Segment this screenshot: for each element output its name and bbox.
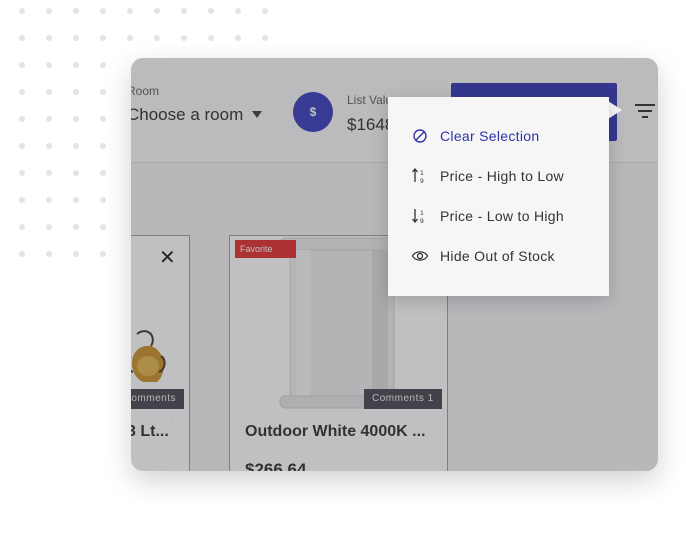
decorative-dot [100, 89, 106, 95]
decorative-dot [19, 89, 25, 95]
decorative-dot [46, 251, 52, 257]
product-price: $266.64 [245, 460, 307, 471]
filter-icon[interactable] [634, 102, 656, 120]
decorative-dot [73, 143, 79, 149]
decorative-dot [19, 116, 25, 122]
menu-item-price-high-to-low[interactable]: 19 Price - High to Low [388, 156, 609, 196]
menu-item-clear-selection[interactable]: Clear Selection [388, 116, 609, 156]
menu-item-price-low-to-high[interactable]: 19 Price - Low to High [388, 196, 609, 236]
decorative-dot [235, 35, 241, 41]
decorative-dot [73, 89, 79, 95]
decorative-dot [127, 8, 133, 14]
decorative-dot [46, 89, 52, 95]
decorative-dot [100, 8, 106, 14]
decorative-dot [46, 116, 52, 122]
sort-asc-icon: 19 [411, 207, 429, 225]
decorative-dot [46, 35, 52, 41]
decorative-dot [73, 116, 79, 122]
svg-text:9: 9 [420, 218, 424, 225]
decorative-dot [19, 143, 25, 149]
comments-badge[interactable]: Comments 1 [364, 389, 442, 409]
room-label: Room [131, 84, 160, 98]
svg-text:9: 9 [420, 178, 424, 185]
decorative-dot [181, 35, 187, 41]
svg-text:1: 1 [420, 170, 424, 177]
decorative-dot [46, 170, 52, 176]
product-image [131, 330, 166, 382]
room-select[interactable]: Choose a room [131, 106, 267, 123]
decorative-dot [100, 224, 106, 230]
decorative-dot [100, 251, 106, 257]
product-title[interactable]: Outdoor White 4000K ... [245, 423, 425, 441]
decorative-dot [19, 35, 25, 41]
decorative-dot [19, 224, 25, 230]
dollar-icon: $ [293, 92, 333, 132]
decorative-dot [100, 116, 106, 122]
menu-pointer [608, 101, 622, 119]
chevron-down-icon[interactable] [252, 111, 262, 118]
decorative-dot [262, 8, 268, 14]
decorative-dot [154, 35, 160, 41]
decorative-dot [73, 197, 79, 203]
svg-text:1: 1 [420, 210, 424, 217]
decorative-dot [19, 8, 25, 14]
decorative-dot [181, 8, 187, 14]
decorative-dot [46, 143, 52, 149]
comments-badge[interactable]: Comments 1 [131, 389, 184, 424]
decorative-dot [73, 224, 79, 230]
close-icon[interactable]: ✕ [159, 245, 176, 270]
decorative-dot [154, 8, 160, 14]
menu-item-label: Clear Selection [440, 128, 540, 144]
decorative-dot [100, 170, 106, 176]
decorative-dot [46, 8, 52, 14]
decorative-dot [73, 35, 79, 41]
favorite-flag: Favorite [235, 240, 296, 258]
decorative-dot [208, 35, 214, 41]
decorative-dot [208, 8, 214, 14]
decorative-dot [19, 197, 25, 203]
decorative-dot [235, 8, 241, 14]
menu-item-hide-out-of-stock[interactable]: Hide Out of Stock [388, 236, 609, 276]
decorative-dot [127, 35, 133, 41]
sort-desc-icon: 19 [411, 167, 429, 185]
decorative-dot [19, 62, 25, 68]
decorative-dot [262, 35, 268, 41]
decorative-dot [100, 62, 106, 68]
decorative-dot [73, 170, 79, 176]
decorative-dot [73, 62, 79, 68]
clear-circle-icon [411, 127, 429, 145]
product-title[interactable]: 3 Lt... [131, 423, 169, 441]
decorative-dot [73, 251, 79, 257]
decorative-dot [46, 224, 52, 230]
decorative-dot [19, 251, 25, 257]
decorative-dot [46, 62, 52, 68]
decorative-dot [73, 8, 79, 14]
decorative-dot [46, 197, 52, 203]
menu-item-label: Hide Out of Stock [440, 248, 555, 264]
eye-icon [411, 247, 429, 265]
menu-item-label: Price - High to Low [440, 168, 564, 184]
sort-menu: Clear Selection 19 Price - High to Low 1… [388, 97, 609, 296]
decorative-dot [19, 170, 25, 176]
menu-item-label: Price - Low to High [440, 208, 564, 224]
decorative-dot [100, 197, 106, 203]
decorative-dot [100, 35, 106, 41]
decorative-dot [100, 143, 106, 149]
